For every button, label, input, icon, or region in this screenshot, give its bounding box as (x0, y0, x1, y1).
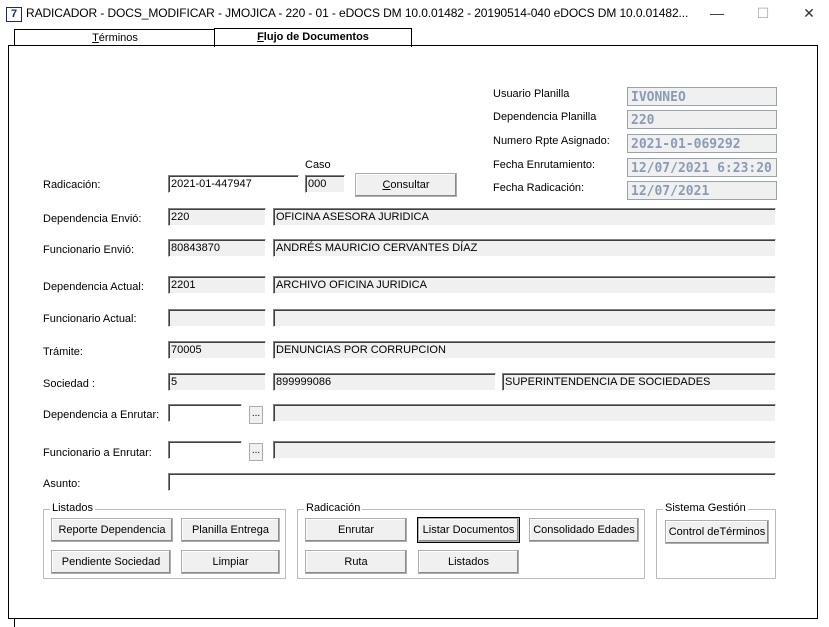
control-terminos-button[interactable]: Control deTérminos (665, 520, 769, 544)
funcionario-enrutar-input[interactable] (168, 441, 242, 459)
funcionario-actual-code (168, 309, 266, 327)
fecha-enrutamiento-label: Fecha Enrutamiento: (493, 159, 596, 171)
planilla-entrega-button[interactable]: Planilla Entrega (181, 518, 280, 542)
limpiar-button[interactable]: Limpiar (181, 550, 280, 574)
tramite-label: Trámite: (43, 346, 83, 358)
app-icon: 7 (6, 7, 22, 22)
asunto-label: Asunto: (43, 478, 81, 490)
funcionario-envio-code: 80843870 (168, 239, 266, 257)
minimize-button[interactable]: — (700, 2, 734, 24)
maximize-button[interactable]: ☐ (746, 2, 780, 24)
tab-terminos[interactable]: Términos (14, 29, 216, 46)
fecha-radicacion-label: Fecha Radicación: (493, 182, 585, 194)
dependencia-envio-name: OFICINA ASESORA JURIDICA (273, 208, 776, 226)
funcionario-envio-label: Funcionario Envió: (43, 244, 135, 256)
usuario-planilla-field: IVONNEO (627, 87, 777, 106)
sociedad-code: 5 (168, 373, 266, 391)
fecha-radicacion-field: 12/07/2021 (627, 181, 777, 200)
title-bar: 7 RADICADOR - DOCS_MODIFICAR - JMOJICA -… (0, 0, 829, 26)
radicacion-group-title: Radicación (304, 502, 363, 514)
consolidado-edades-button[interactable]: Consolidado Edades (529, 518, 639, 542)
listados-button[interactable]: Listados (418, 550, 519, 574)
radicacion-label: Radicación: (43, 179, 101, 191)
dependencia-actual-label: Dependencia Actual: (43, 281, 144, 293)
dependencia-enrutar-label: Dependencia a Enrutar: (43, 409, 160, 421)
funcionario-enrutar-name (273, 441, 776, 459)
numero-rpte-field: 2021-01-069292 (627, 134, 777, 153)
caso-label: Caso (305, 159, 331, 171)
asunto-input[interactable] (168, 473, 776, 491)
funcionario-actual-name (273, 309, 776, 327)
usuario-planilla-label: Usuario Planilla (493, 88, 570, 100)
dependencia-actual-code: 2201 (168, 276, 266, 294)
fecha-enrutamiento-field: 12/07/2021 6:23:20 (627, 158, 777, 177)
sociedad-name: SUPERINTENDENCIA DE SOCIEDADES (502, 373, 776, 391)
reporte-dependencia-button[interactable]: Reporte Dependencia (51, 518, 173, 542)
tramite-name: DENUNCIAS POR CORRUPCION (273, 341, 776, 359)
listar-documentos-button[interactable]: Listar Documentos (417, 517, 520, 543)
funcionario-enrutar-label: Funcionario a Enrutar: (43, 447, 152, 459)
dependencia-planilla-field: 220 (627, 110, 777, 129)
pendiente-sociedad-button[interactable]: Pendiente Sociedad (51, 550, 171, 574)
dependencia-envio-label: Dependencia Envió: (43, 213, 142, 225)
radicacion-input[interactable]: 2021-01-447947 (168, 175, 299, 193)
funcionario-envio-name: ANDRÉS MAURICIO CERVANTES DÍAZ (273, 239, 776, 257)
dependencia-planilla-label: Dependencia Planilla (493, 111, 597, 123)
dependencia-envio-code: 220 (168, 208, 266, 226)
funcionario-enrutar-browse-button[interactable]: ... (249, 443, 263, 461)
close-button[interactable]: ✕ (792, 2, 826, 24)
consultar-button[interactable]: Consultar (355, 173, 457, 197)
sociedad-label: Sociedad : (43, 378, 95, 390)
dependencia-actual-name: ARCHIVO OFICINA JURIDICA (273, 276, 776, 294)
enrutar-button[interactable]: Enrutar (305, 518, 407, 542)
funcionario-actual-label: Funcionario Actual: (43, 313, 137, 325)
dependencia-enrutar-input[interactable] (168, 404, 242, 422)
ruta-button[interactable]: Ruta (305, 550, 407, 574)
listados-group-title: Listados (50, 502, 95, 514)
dependencia-enrutar-name (273, 404, 776, 422)
sociedad-nit: 899999086 (273, 373, 496, 391)
dependencia-enrutar-browse-button[interactable]: ... (249, 406, 263, 424)
numero-rpte-label: Numero Rpte Asignado: (493, 135, 610, 147)
sistema-gestion-group-title: Sistema Gestión (663, 502, 748, 514)
caso-field: 000 (305, 175, 345, 193)
window-title: RADICADOR - DOCS_MODIFICAR - JMOJICA - 2… (26, 6, 689, 20)
tramite-code: 70005 (168, 341, 266, 359)
